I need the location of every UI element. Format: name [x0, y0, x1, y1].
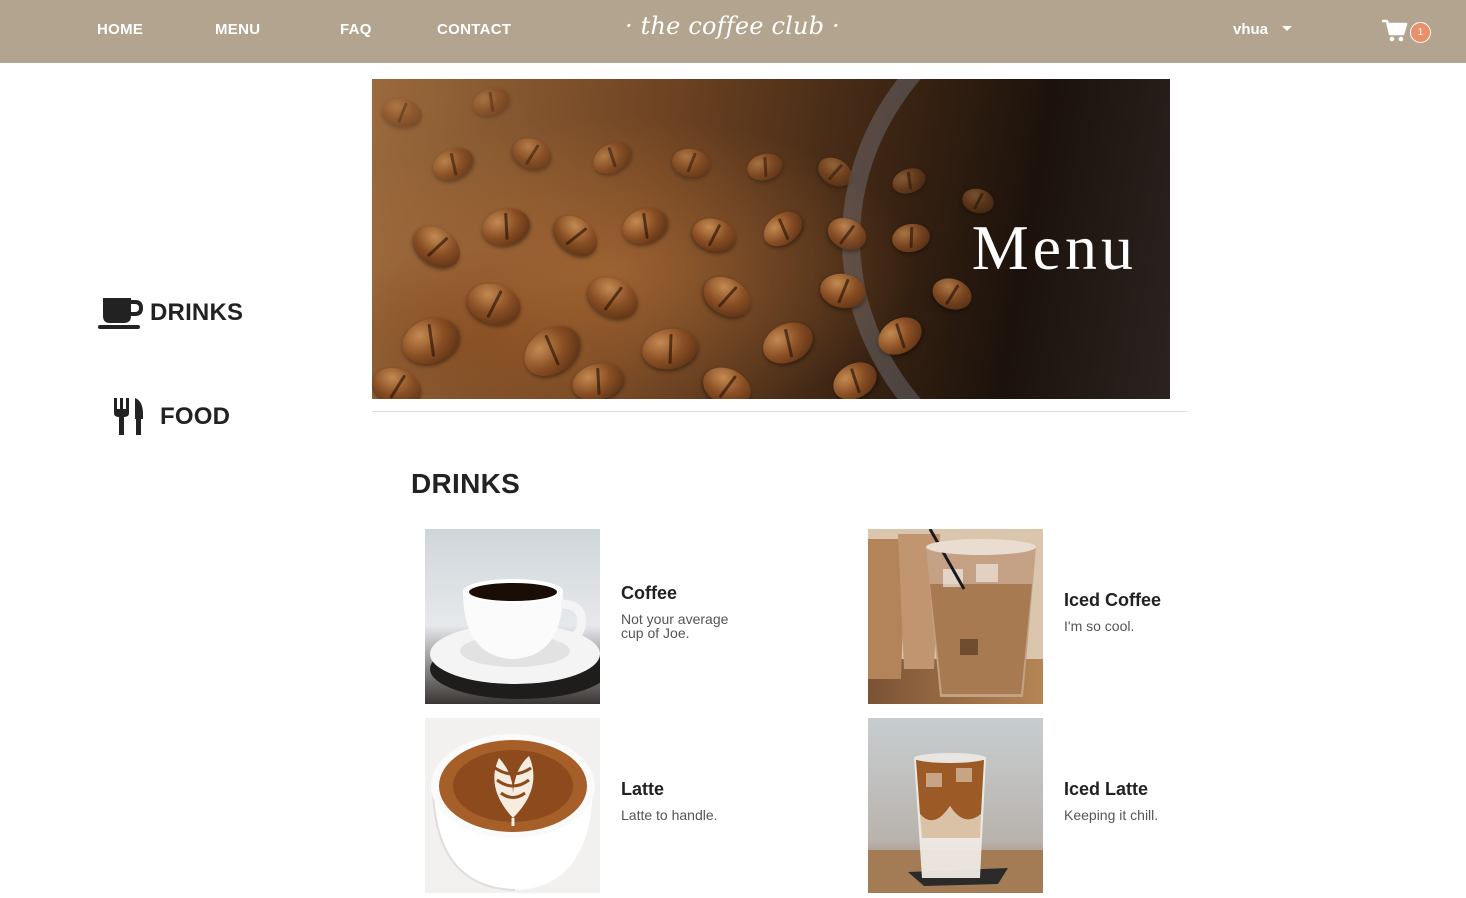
caret-down-icon — [1282, 25, 1293, 31]
menu-item-card[interactable]: Coffee Not your average cup of Joe. — [425, 529, 755, 704]
sidebar-item-food[interactable]: FOOD — [112, 398, 230, 436]
coffee-bean-shape — [406, 217, 468, 277]
coffee-bean-shape — [462, 277, 526, 331]
hero-title: Menu — [971, 212, 1137, 283]
menu-item-description: I'm so cool. — [1064, 618, 1135, 634]
coffee-bean-shape — [617, 202, 673, 250]
section-divider — [372, 411, 1187, 412]
hero-banner-image: Menu — [372, 79, 1170, 399]
coffee-bean-shape — [568, 357, 628, 399]
coffee-bean-shape — [427, 141, 479, 187]
menu-item-name: Iced Latte — [1064, 779, 1149, 799]
utensils-icon — [114, 398, 143, 435]
coffee-bean-shape — [757, 204, 809, 254]
coffee-bean-shape — [372, 361, 427, 399]
coffee-bean-shape — [587, 135, 637, 181]
coffee-bean-shape — [744, 149, 786, 185]
menu-item-name: Latte — [621, 779, 665, 799]
coffee-bean-shape — [546, 207, 606, 265]
coffee-bean-shape — [508, 133, 556, 175]
top-navbar: HOME MENU FAQ CONTACT · the coffee club … — [0, 0, 1466, 63]
nav-home-link[interactable]: HOME — [97, 21, 143, 38]
coffee-cup-image — [425, 529, 600, 704]
menu-item-description: Not your average cup of Joe. — [621, 611, 729, 641]
coffee-bean-shape — [669, 145, 713, 181]
sidebar-item-label: DRINKS — [150, 299, 244, 326]
menu-item-card[interactable]: Iced Coffee I'm so cool. — [868, 529, 1178, 704]
username-label: vhua — [1233, 21, 1269, 38]
menu-item-description: Latte to handle. — [621, 807, 718, 823]
brand-logo[interactable]: · the coffee club · — [625, 12, 840, 40]
coffee-bean-shape — [478, 203, 534, 251]
coffee-bean-shape — [468, 83, 514, 121]
coffee-bean-shape — [379, 95, 425, 131]
coffee-cup-icon — [98, 298, 143, 329]
menu-item-card[interactable]: Iced Latte Keeping it chill. — [868, 718, 1178, 893]
menu-item-card[interactable]: Latte Latte to handle. — [425, 718, 755, 893]
menu-item-description: Keeping it chill. — [1064, 807, 1159, 823]
coffee-bean-shape — [581, 269, 645, 327]
sidebar-item-label: FOOD — [160, 403, 231, 430]
user-menu-dropdown[interactable]: vhua — [1233, 21, 1293, 38]
nav-menu-link[interactable]: MENU — [215, 21, 260, 38]
iced-latte-image — [868, 718, 1043, 893]
coffee-bean-shape — [396, 310, 466, 372]
menu-item-name: Coffee — [621, 583, 678, 603]
coffee-bean-shape — [756, 314, 820, 372]
drinks-section-title: DRINKS — [411, 468, 521, 499]
sidebar-item-drinks[interactable]: DRINKS — [97, 296, 243, 330]
cart-button[interactable]: 1 — [1382, 18, 1434, 46]
coffee-bean-shape — [696, 268, 758, 326]
coffee-bean-shape — [696, 360, 758, 399]
coffee-bean-shape — [688, 213, 740, 257]
iced-coffee-image — [868, 529, 1043, 704]
latte-art-image — [425, 718, 600, 893]
coffee-bean-shape — [638, 324, 702, 374]
nav-faq-link[interactable]: FAQ — [340, 21, 372, 38]
menu-item-name: Iced Coffee — [1064, 590, 1162, 610]
shopping-cart-icon — [1382, 19, 1408, 42]
nav-contact-link[interactable]: CONTACT — [437, 21, 511, 38]
cart-count-badge: 1 — [1410, 22, 1431, 43]
